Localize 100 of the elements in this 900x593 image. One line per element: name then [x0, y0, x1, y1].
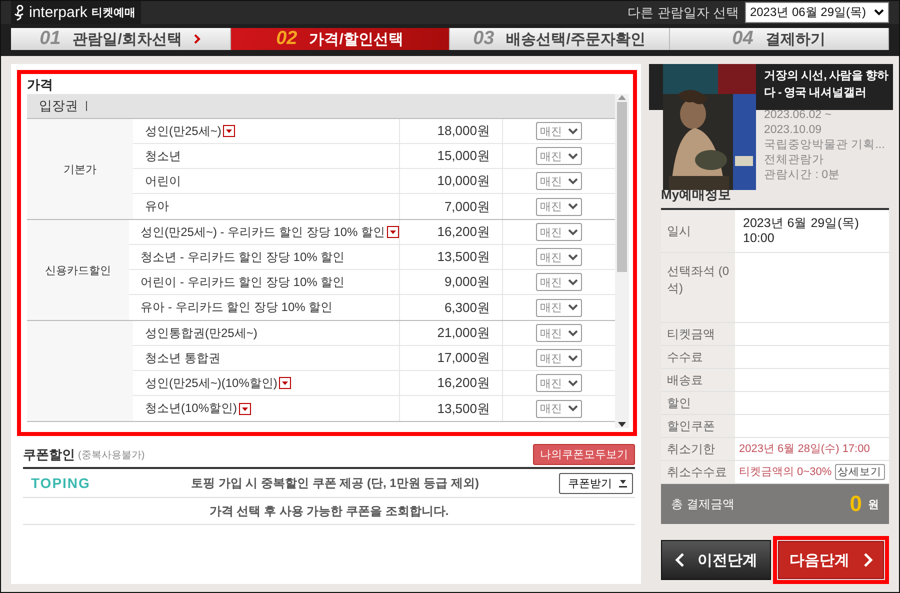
scroll-down-icon[interactable] [618, 422, 626, 428]
show-info: 2023.10.09 [764, 123, 823, 138]
ticket-name: 어린이 - 우리카드 할인 장당 10% 할인 [140, 274, 345, 290]
ticket-price: 6,300원 [444, 298, 490, 316]
scrollbar[interactable] [615, 94, 629, 428]
quantity-dropdown[interactable]: 매진 [536, 172, 582, 190]
chevron-icon [194, 34, 201, 44]
dropdown-icon[interactable] [279, 377, 292, 389]
ticket-price: 13,500원 [437, 400, 490, 418]
get-coupon-button[interactable]: 쿠폰받기 [559, 472, 633, 494]
logo[interactable]: interpark 티켓예매 [11, 1, 142, 24]
ticket-price: 16,200원 [437, 223, 490, 241]
show-info: 전체관람가 [764, 153, 825, 168]
show-info: 관람시간 : 0분 [764, 168, 841, 183]
section-title: 가격 [27, 76, 54, 94]
quantity-dropdown[interactable]: 매진 [536, 400, 582, 418]
info-label: 선택좌석 (0석) [667, 264, 730, 295]
quantity-dropdown[interactable]: 매진 [536, 198, 582, 216]
ticket-price: 10,000원 [437, 172, 490, 190]
caret-icon [568, 178, 578, 184]
ticket-name: 청소년 [145, 148, 181, 164]
ticket-price: 13,500원 [437, 248, 490, 266]
quantity-dropdown[interactable]: 매진 [536, 298, 582, 316]
total-label: 총 결제금액 [671, 496, 736, 512]
figure-icon [13, 4, 25, 20]
info-label: 할인 [667, 396, 691, 410]
chevron-icon [864, 553, 872, 567]
step-tab[interactable]: 03 배송선택/주문자확인 [450, 28, 670, 50]
date-label: 다른 관람일자 선택 [628, 4, 739, 22]
partner-logo: TOPING [30, 475, 92, 491]
coupon-message: 가격 선택 후 사용 가능한 쿠폰을 조회합니다. [209, 502, 449, 520]
quantity-dropdown[interactable]: 매진 [536, 324, 582, 342]
my-coupons-button[interactable]: 나의쿠폰모두보기 [533, 444, 635, 465]
next-step-button[interactable]: 다음단계 [778, 541, 884, 579]
info-label: 취소수수료 [667, 464, 727, 478]
caret-icon [568, 304, 578, 311]
caret-icon [568, 152, 578, 160]
info-label: 티켓금액 [667, 326, 715, 340]
chevron-icon [674, 553, 684, 567]
ticket-price: 18,000원 [437, 122, 490, 140]
caret-icon [568, 380, 578, 386]
ticket-name: 성인(만25세~) [145, 122, 222, 140]
show-info: 국립중앙박물관 기획... [764, 138, 886, 153]
quantity-dropdown[interactable]: 매진 [536, 374, 582, 392]
details-button[interactable]: 상세보기 [834, 464, 885, 480]
info-label: 배송료 [667, 372, 703, 386]
info-label: 수수료 [667, 350, 703, 364]
ticket-name: 성인(만25세~) - 우리카드 할인 장당 10% 할인 [140, 224, 385, 240]
ticket-name: 청소년 - 우리카드 할인 장당 10% 할인 [140, 248, 345, 266]
ticket-name: 어린이 [145, 172, 181, 190]
coupon-title: 쿠폰할인 [23, 446, 75, 464]
info-value: 2023년 6월 28일(수) 17:00 [739, 442, 870, 456]
dropdown-icon[interactable] [223, 125, 236, 137]
step-tab[interactable]: 02 가격/할인선택 [230, 28, 450, 50]
dropdown-icon[interactable] [387, 226, 399, 238]
previous-step-button[interactable]: 이전단계 [661, 540, 771, 580]
ticket-price: 9,000원 [444, 273, 490, 291]
info-label: 취소기한 [667, 442, 715, 456]
total-amount: 0 [850, 491, 862, 517]
ticket-name: 유아 - 우리카드 할인 장당 10% 할인 [140, 299, 333, 316]
ticket-price: 16,200원 [437, 374, 490, 392]
info-value: 2023년 6월 29일(목) 10:00 [743, 216, 859, 245]
currency-unit: 원 [868, 498, 879, 512]
dropdown-icon[interactable] [239, 402, 252, 414]
caret-icon [874, 9, 884, 16]
brand-subtitle: 티켓예매 [91, 6, 136, 20]
quantity-dropdown[interactable]: 매진 [536, 273, 582, 291]
caret-icon [568, 330, 578, 336]
show-title: 거장의 시선, 사람을 향하다 - 영국 내셔널갤러 [764, 69, 890, 101]
quantity-dropdown[interactable]: 매진 [536, 223, 582, 241]
coupon-offer: 토핑 가입 시 중복할인 쿠폰 제공 (단, 1만원 등급 제외) [190, 474, 480, 492]
download-icon [618, 478, 628, 488]
caret-icon [568, 128, 578, 134]
date-dropdown[interactable]: 2023년 06월 29일(목) [744, 2, 889, 23]
ticket-name: 성인(만25세~)(10%할인) [145, 374, 278, 392]
ticket-price: 21,000원 [437, 324, 490, 342]
ticket-name: 청소년 통합권 [145, 350, 220, 366]
quantity-dropdown[interactable]: 매진 [536, 122, 582, 140]
group-label: 신용카드할인 [44, 264, 111, 278]
quantity-dropdown[interactable]: 매진 [536, 349, 582, 367]
booking-title: My예매정보 [660, 186, 732, 204]
ticket-name: 성인통합권(만25세~) [145, 324, 258, 342]
info-label: 할인쿠폰 [667, 418, 715, 432]
show-info: 2023.06.02 ~ [764, 108, 832, 123]
caret-icon [568, 203, 578, 210]
ticket-name: 청소년(10%할인) [145, 400, 238, 417]
step-tab[interactable]: 01 관람일/회차선택 [11, 28, 230, 50]
ticket-name: 유아 [145, 198, 169, 215]
step-tab[interactable]: 04 결제하기 [670, 28, 889, 50]
caret-icon [568, 278, 578, 286]
coupon-note: (중복사용불가) [78, 448, 145, 462]
caret-icon [568, 228, 578, 236]
group-label: 기본가 [64, 162, 96, 176]
ticket-price: 15,000원 [437, 147, 490, 165]
quantity-dropdown[interactable]: 매진 [536, 147, 582, 165]
brand-name: interpark [29, 4, 88, 21]
info-label: 일시 [667, 224, 691, 238]
quantity-dropdown[interactable]: 매진 [536, 248, 582, 266]
caret-icon [568, 354, 578, 362]
info-value: 티켓금액의 0~30% [739, 464, 832, 480]
